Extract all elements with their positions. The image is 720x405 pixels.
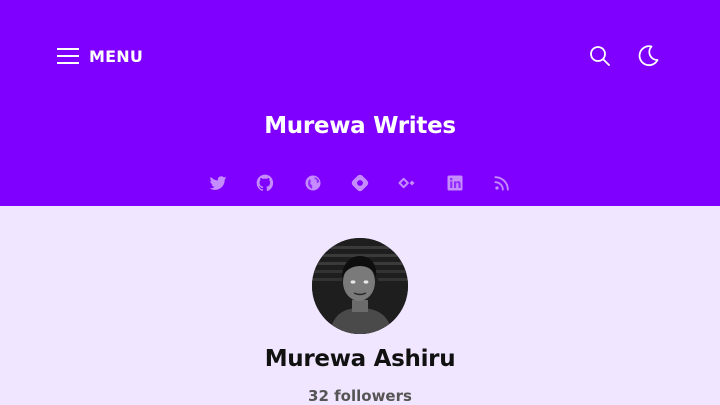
website-link[interactable] xyxy=(301,171,325,195)
search-icon xyxy=(590,46,610,66)
followers-link[interactable]: 32 followers xyxy=(308,387,412,405)
rss-link[interactable] xyxy=(490,171,514,195)
polywork-icon xyxy=(398,177,415,189)
followers-count: 32 xyxy=(308,387,329,405)
menu-button[interactable]: MENU xyxy=(57,44,143,68)
linkedin-link[interactable] xyxy=(443,171,467,195)
rss-icon xyxy=(494,176,509,191)
followers-label: followers xyxy=(334,387,412,405)
profile-name: Murewa Ashiru xyxy=(264,346,456,372)
moon-icon xyxy=(638,45,659,67)
linkedin-icon xyxy=(447,175,463,191)
theme-toggle-button[interactable] xyxy=(634,42,662,70)
twitter-link[interactable] xyxy=(206,171,230,195)
github-icon xyxy=(256,174,274,192)
hashnode-link[interactable] xyxy=(348,171,372,195)
followers-info: 32 followers xyxy=(0,387,720,405)
avatar-photo xyxy=(312,238,408,334)
globe-icon xyxy=(305,175,321,191)
hashnode-icon xyxy=(351,174,369,192)
blog-header: MENU Murewa Writes xyxy=(0,0,720,206)
hamburger-icon xyxy=(57,48,79,64)
avatar[interactable] xyxy=(312,238,408,334)
social-links xyxy=(206,171,514,195)
twitter-icon xyxy=(209,176,227,190)
search-button[interactable] xyxy=(586,42,614,70)
polywork-link[interactable] xyxy=(395,171,419,195)
github-link[interactable] xyxy=(253,171,277,195)
site-title[interactable]: Murewa Writes xyxy=(0,113,720,139)
menu-label: MENU xyxy=(89,46,144,66)
